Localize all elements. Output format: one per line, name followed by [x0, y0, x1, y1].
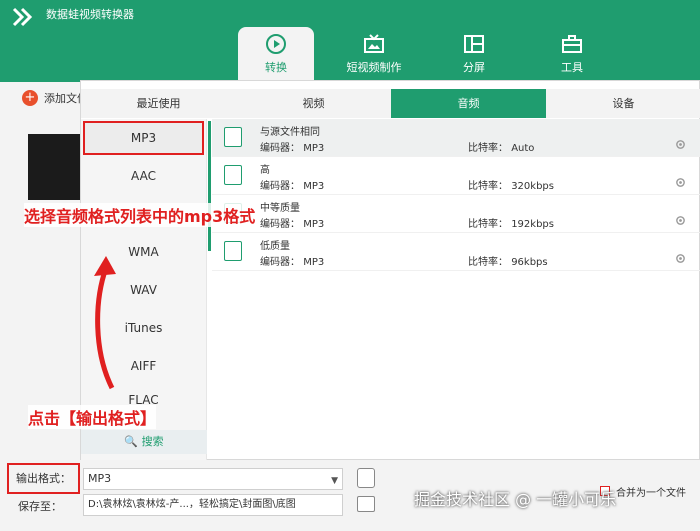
- output-format-select[interactable]: MP3 ▼: [83, 468, 343, 490]
- quality-bitrate: 比特率： 96kbps: [468, 257, 548, 268]
- tab-convert[interactable]: 转换: [238, 27, 314, 82]
- add-file-button[interactable]: + 添加文件: [22, 90, 88, 106]
- quality-encoder: 编码器： MP3: [260, 143, 325, 154]
- quality-row[interactable]: 高 编码器： MP3 比特率： 320kbps: [212, 157, 700, 195]
- search-label: 搜索: [141, 435, 164, 448]
- quality-name: 低质量: [260, 241, 290, 252]
- quality-row[interactable]: 与源文件相同 编码器： MP3 比特率： Auto: [212, 119, 700, 157]
- category-tabs: 最近使用 视频 音频 设备: [81, 89, 700, 118]
- format-popup: 最近使用 视频 音频 设备 MP3 AAC WMA WAV iTunes AIF…: [80, 80, 700, 460]
- up-arrow-icon: [94, 256, 116, 390]
- quality-encoder: 编码器： MP3: [260, 181, 325, 192]
- tab-short-video-label: 短视频制作: [346, 61, 402, 74]
- tab-split-screen-label: 分屏: [463, 61, 485, 74]
- tab-tools-label: 工具: [561, 61, 583, 74]
- tab-device[interactable]: 设备: [546, 89, 700, 118]
- split-screen-icon: [464, 35, 484, 53]
- tab-video[interactable]: 视频: [236, 89, 391, 118]
- format-list-scrollbar[interactable]: [208, 121, 211, 251]
- quality-row[interactable]: 中等质量 编码器： MP3 比特率： 192kbps: [212, 195, 700, 233]
- gear-icon[interactable]: [675, 177, 686, 188]
- format-item-mp3[interactable]: MP3: [83, 121, 204, 155]
- toolbox-icon: [562, 35, 582, 53]
- quality-encoder: 编码器： MP3: [260, 219, 325, 230]
- search-icon: 🔍: [124, 435, 139, 448]
- gear-icon[interactable]: [675, 253, 686, 264]
- save-path-value: D:\袁林炫\袁林炫-产...，轻松搞定\封面图\底图: [88, 499, 296, 510]
- tab-tools[interactable]: 工具: [534, 27, 610, 82]
- watermark: 掘金技术社区 @ 一罐小可乐: [414, 490, 617, 509]
- quality-name: 与源文件相同: [260, 127, 320, 138]
- app-title: 数据蛙视频转换器: [46, 8, 134, 21]
- quality-bitrate: 比特率： 192kbps: [468, 219, 554, 230]
- app-logo-icon: [12, 7, 33, 27]
- quality-row[interactable]: 低质量 编码器： MP3 比特率： 96kbps: [212, 233, 700, 271]
- annotation-select-mp3: 选择音频格式列表中的mp3格式: [24, 203, 256, 227]
- format-settings-button[interactable]: [357, 468, 375, 488]
- save-to-label: 保存至：: [18, 500, 62, 513]
- file-icon: [224, 165, 242, 185]
- tv-icon: [364, 34, 384, 53]
- tab-audio[interactable]: 音频: [391, 89, 546, 118]
- save-path-field[interactable]: D:\袁林炫\袁林炫-产...，轻松搞定\封面图\底图: [83, 494, 343, 516]
- output-format-label[interactable]: 输出格式：: [7, 463, 80, 494]
- annotation-click-output: 点击【输出格式】: [28, 405, 157, 429]
- quality-list: 与源文件相同 编码器： MP3 比特率： Auto 高 编码器： MP3 比特率…: [212, 119, 700, 271]
- quality-name: 高: [260, 165, 270, 176]
- format-item-aac[interactable]: AAC: [81, 157, 206, 195]
- gear-icon[interactable]: [675, 215, 686, 226]
- quality-encoder: 编码器： MP3: [260, 257, 325, 268]
- tab-convert-label: 转换: [265, 61, 287, 74]
- quality-bitrate: 比特率： Auto: [468, 143, 535, 154]
- merge-label: 合并为一个文件: [616, 488, 686, 499]
- file-icon: [224, 241, 242, 261]
- tab-short-video[interactable]: 短视频制作: [336, 27, 412, 82]
- file-icon: [224, 127, 242, 147]
- gear-icon[interactable]: [675, 139, 686, 150]
- output-format-value: MP3: [88, 472, 112, 485]
- quality-name: 中等质量: [260, 203, 300, 214]
- tab-split-screen[interactable]: 分屏: [436, 27, 512, 82]
- chevron-down-icon: ▼: [331, 476, 338, 486]
- convert-icon: [266, 34, 286, 54]
- app-header: 数据蛙视频转换器 转换 短视频制作 分屏 工具: [0, 0, 700, 82]
- video-thumbnail[interactable]: [28, 134, 80, 200]
- quality-bitrate: 比特率： 320kbps: [468, 181, 554, 192]
- format-search[interactable]: 🔍 搜索: [81, 430, 207, 454]
- folder-icon[interactable]: [357, 496, 375, 512]
- tab-recent[interactable]: 最近使用: [81, 89, 236, 118]
- plus-icon: +: [22, 90, 38, 106]
